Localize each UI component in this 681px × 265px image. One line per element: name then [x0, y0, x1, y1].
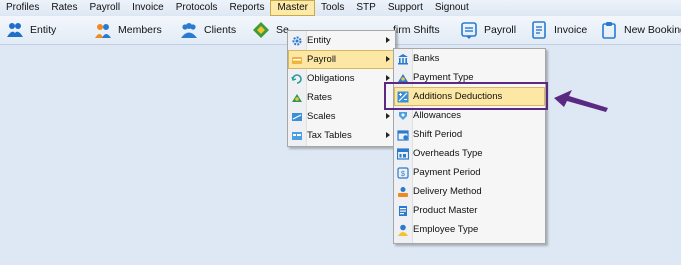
master-menu-item-obligations[interactable]: Obligations [288, 69, 395, 88]
master-menu: Entity Payroll Obligations Rates Scales … [287, 30, 396, 147]
master-menu-item-tax-tables[interactable]: Tax Tables [288, 126, 395, 145]
master-menu-item-scales[interactable]: Scales [288, 107, 395, 126]
toolbar-new-booking-button[interactable]: New Booking [600, 16, 681, 44]
master-menu-item-label: Tax Tables [307, 130, 352, 141]
payroll-submenu-item-product-master[interactable]: Product Master [394, 201, 545, 220]
master-menu-item-label: Rates [307, 92, 332, 103]
payroll-submenu-item-delivery-method[interactable]: Delivery Method [394, 182, 545, 201]
invoice-doc-icon [530, 21, 548, 39]
menubar-item-invoice[interactable]: Invoice [126, 0, 170, 16]
menubar-item-rates[interactable]: Rates [45, 0, 83, 16]
payroll-submenu-item-shift-period[interactable]: Shift Period [394, 125, 545, 144]
toolbar-payroll-button[interactable]: Payroll [460, 16, 516, 44]
calendar-icon [397, 129, 409, 141]
bank-icon [397, 53, 409, 65]
payroll-submenu-item-label: Product Master [413, 205, 478, 216]
product-master-icon [397, 205, 409, 217]
master-menu-item-payroll[interactable]: Payroll [288, 50, 395, 69]
master-menu-item-label: Scales [307, 111, 336, 122]
menubar-item-master[interactable]: Master [270, 0, 316, 16]
payment-period-icon: $ [397, 166, 409, 179]
payroll-submenu-item-label: Delivery Method [413, 186, 482, 197]
payroll-submenu-item-banks[interactable]: Banks [394, 49, 545, 68]
master-menu-item-label: Payroll [307, 54, 337, 65]
master-menu-item-rates[interactable]: Rates [288, 88, 395, 107]
toolbar-members-label: Members [118, 24, 162, 36]
entity-icon [6, 21, 24, 39]
toolbar-entity-button[interactable]: Entity [6, 16, 56, 44]
overheads-icon [396, 147, 410, 160]
submenu-arrow-icon [386, 132, 390, 138]
submenu-arrow-icon [386, 37, 390, 43]
payroll-submenu-item-label: Overheads Type [413, 148, 483, 159]
toolbar-invoice-label: Invoice [554, 24, 588, 36]
payroll-submenu-item-label: Employee Type [413, 224, 479, 235]
obligations-icon [291, 73, 303, 85]
members-icon [94, 21, 112, 39]
menubar-item-profiles[interactable]: Profiles [0, 0, 45, 16]
entity-gear-icon [291, 35, 303, 47]
menubar-item-reports[interactable]: Reports [223, 0, 270, 16]
svg-text:$: $ [401, 171, 405, 178]
payroll-submenu-item-label: Allowances [413, 110, 462, 121]
toolbar-members-button[interactable]: Members [94, 16, 162, 44]
payroll-submenu-item-label: Banks [413, 53, 440, 64]
payroll-submenu-item-payment-period[interactable]: $ Payment Period [394, 163, 545, 182]
toolbar-entity-label: Entity [30, 24, 57, 36]
allowances-icon [397, 110, 409, 122]
payroll-submenu: Banks Payment Type Additions Deductions … [393, 48, 546, 244]
menubar-item-stp[interactable]: STP [350, 0, 381, 16]
toolbar-clients-label: Clients [204, 24, 237, 36]
master-menu-item-entity[interactable]: Entity [288, 31, 395, 50]
toolbar-payroll-label: Payroll [484, 24, 517, 36]
payroll-submenu-item-label: Shift Period [413, 129, 463, 140]
payroll-submenu-item-label: Payment Period [413, 167, 481, 178]
toolbar-new-booking-label: New Booking [624, 24, 681, 36]
menubar-item-signout[interactable]: Signout [429, 0, 475, 16]
payroll-icon [291, 54, 303, 66]
menubar-item-protocols[interactable]: Protocols [170, 0, 224, 16]
toolbar-confirm-shifts-label: firm Shifts [393, 24, 440, 36]
payroll-submenu-item-overheads-type[interactable]: Overheads Type [394, 144, 545, 163]
payroll-doc-icon [460, 21, 478, 39]
toolbar-confirm-shifts-button[interactable]: firm Shifts [393, 16, 440, 44]
toolbar-se-button[interactable]: Se [252, 16, 289, 44]
payroll-submenu-item-employee-type[interactable]: Employee Type [394, 220, 545, 239]
employee-type-icon [397, 224, 409, 236]
submenu-arrow-icon [386, 56, 390, 62]
settings-diamond-icon [252, 21, 270, 39]
menubar-item-support[interactable]: Support [382, 0, 429, 16]
delivery-method-icon [397, 186, 409, 198]
clipboard-icon [600, 21, 618, 39]
submenu-arrow-icon [386, 113, 390, 119]
toolbar-invoice-button[interactable]: Invoice [530, 16, 587, 44]
master-menu-item-label: Obligations [307, 73, 355, 84]
scales-icon [291, 111, 303, 123]
tax-tables-icon [291, 130, 303, 142]
rates-icon [291, 92, 303, 104]
submenu-arrow-icon [386, 75, 390, 81]
menu-bar: Profiles Rates Payroll Invoice Protocols… [0, 0, 681, 17]
menubar-item-tools[interactable]: Tools [315, 0, 350, 16]
clients-icon [180, 21, 198, 39]
annotation-highlight-box [384, 82, 548, 110]
master-menu-item-label: Entity [307, 35, 331, 46]
toolbar-clients-button[interactable]: Clients [180, 16, 236, 44]
menubar-item-payroll[interactable]: Payroll [83, 0, 126, 16]
arrow-left-icon [554, 90, 608, 112]
